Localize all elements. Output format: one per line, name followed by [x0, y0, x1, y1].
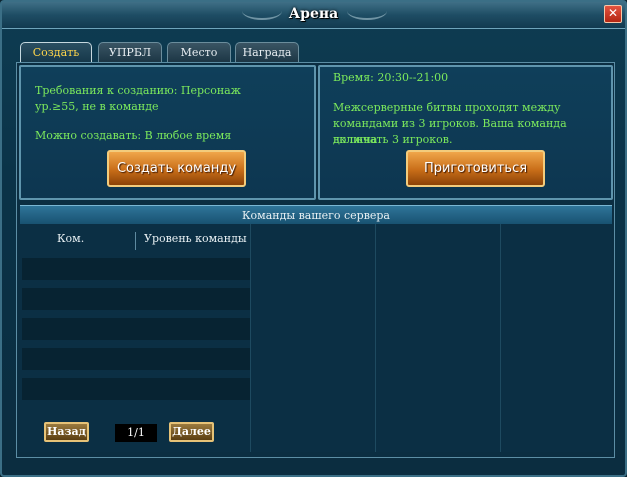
header-divider	[135, 232, 136, 250]
table-row[interactable]	[22, 288, 250, 310]
window-title: Арена	[288, 6, 339, 22]
requirement-text-line1: Требования к созданию: Персонаж	[35, 84, 241, 97]
tab-place[interactable]: Место	[167, 42, 231, 62]
column-divider	[375, 224, 376, 452]
next-page-button[interactable]: Далее	[169, 422, 214, 442]
page-indicator: 1/1	[115, 424, 157, 442]
table-row[interactable]	[22, 318, 250, 340]
description-line3: включать 3 игроков.	[333, 133, 453, 146]
prev-page-button[interactable]: Назад	[44, 422, 89, 442]
column-header-team: Ком.	[57, 232, 85, 245]
close-button[interactable]: ✕	[604, 5, 622, 23]
description-line1: Межсерверные битвы проходят между	[333, 101, 561, 114]
can-create-text: Можно создавать: В любое время	[35, 129, 232, 142]
teams-table-title: Команды вашего сервера	[20, 205, 612, 225]
table-row[interactable]	[22, 378, 250, 400]
create-team-button[interactable]: Создать команду	[107, 150, 246, 187]
tab-create-team[interactable]: Создать ком.	[20, 42, 92, 78]
column-divider	[500, 224, 501, 452]
time-text: Время: 20:30--21:00	[333, 71, 449, 84]
tab-manage[interactable]: УПРБЛ	[98, 42, 162, 62]
close-icon: ✕	[607, 6, 619, 20]
arena-info-panel: Время: 20:30--21:00 Межсерверные битвы п…	[318, 65, 613, 200]
requirement-text-line2: ур.≥55, не в команде	[35, 100, 159, 113]
title-bar[interactable]: Арена ✕	[2, 2, 625, 29]
table-row[interactable]	[22, 258, 250, 280]
tab-reward[interactable]: Награда	[235, 42, 299, 62]
prepare-button[interactable]: Приготовиться	[406, 150, 545, 187]
arena-window: Арена ✕ Создать ком. УПРБЛ Место Награда…	[0, 0, 627, 477]
table-row[interactable]	[22, 348, 250, 370]
create-team-panel: Требования к созданию: Персонаж ур.≥55, …	[19, 65, 316, 200]
column-header-team-level: Уровень команды	[144, 232, 247, 245]
column-divider	[250, 224, 251, 452]
